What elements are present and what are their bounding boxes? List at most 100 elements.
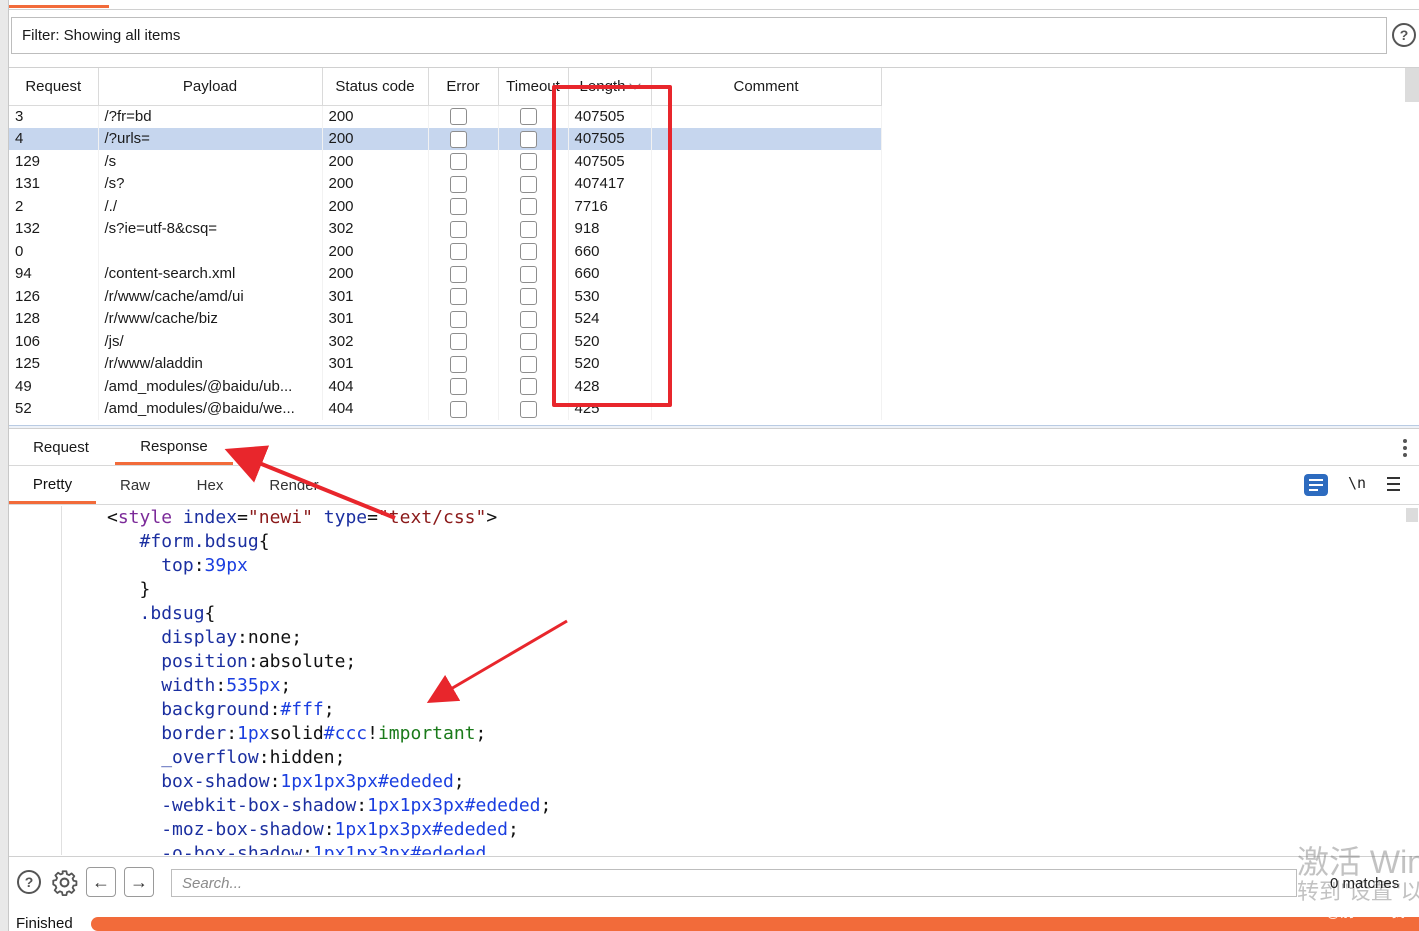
table-row[interactable]: 125/r/www/aladdin 301 520	[9, 352, 882, 375]
editor-scrollbar[interactable]	[1406, 508, 1418, 522]
cell-payload: /amd_modules/@baidu/ub...	[98, 375, 323, 398]
timeout-checkbox[interactable]	[519, 288, 537, 306]
cell-request: 4	[9, 127, 99, 150]
timeout-checkbox[interactable]	[519, 198, 537, 216]
cell-error	[428, 105, 499, 128]
cell-request: 52	[9, 397, 99, 420]
match-count: 0 matches	[1330, 875, 1400, 892]
table-row[interactable]: 106/js/302 520	[9, 330, 882, 353]
table-row[interactable]: 49/amd_modules/@baidu/ub... 404 428	[9, 375, 882, 398]
help-icon[interactable]: ?	[1392, 23, 1416, 47]
table-row[interactable]: 132/s?ie=utf-8&csq= 302 918	[9, 217, 882, 240]
cell-comment	[651, 240, 882, 263]
table-row[interactable]: 3/?fr=bd 200 407505	[9, 105, 882, 128]
error-checkbox[interactable]	[449, 310, 467, 328]
timeout-checkbox[interactable]	[519, 220, 537, 238]
table-row[interactable]: 128/r/www/cache/biz 301 524	[9, 307, 882, 330]
cell-request: 126	[9, 285, 99, 308]
cell-error	[428, 217, 499, 240]
cell-error	[428, 262, 499, 285]
cell-error	[428, 172, 499, 195]
pane-splitter[interactable]	[9, 425, 1419, 429]
column-header-error[interactable]: Error	[428, 68, 499, 106]
error-checkbox[interactable]	[449, 355, 467, 373]
table-row[interactable]: 131/s? 200 407417	[9, 172, 882, 195]
error-checkbox[interactable]	[449, 265, 467, 283]
timeout-checkbox[interactable]	[519, 333, 537, 351]
timeout-checkbox[interactable]	[519, 400, 537, 418]
cell-request: 131	[9, 172, 99, 195]
error-checkbox[interactable]	[449, 378, 467, 396]
cell-payload: /content-search.xml	[98, 262, 323, 285]
table-row[interactable]: 126/r/www/cache/amd/ui 301 530	[9, 285, 882, 308]
cell-status-code: 301	[322, 352, 429, 375]
response-editor[interactable]: <style index="newi" type="text/css"> #fo…	[9, 506, 1419, 855]
timeout-checkbox[interactable]	[519, 108, 537, 126]
help-icon-bottom[interactable]: ?	[17, 870, 41, 894]
show-newlines-button[interactable]: \n	[1348, 474, 1366, 492]
cell-payload: /r/www/cache/biz	[98, 307, 323, 330]
timeout-checkbox[interactable]	[519, 355, 537, 373]
subtab-raw[interactable]: Raw	[105, 467, 165, 504]
more-options-icon[interactable]	[1403, 439, 1407, 457]
cell-request: 129	[9, 150, 99, 173]
table-row[interactable]: 52/amd_modules/@baidu/we... 404 425	[9, 397, 882, 420]
cell-status-code: 404	[322, 397, 429, 420]
status-bar: Finished CSDN @别JUAN我	[9, 904, 1419, 931]
table-row[interactable]: 129/s 200 407505	[9, 150, 882, 173]
gear-icon[interactable]	[51, 869, 78, 896]
message-tabs: Request Response	[9, 430, 1419, 466]
column-header-comment[interactable]: Comment	[651, 68, 882, 106]
timeout-checkbox[interactable]	[519, 265, 537, 283]
cell-error	[428, 330, 499, 353]
previous-arrow-icon[interactable]: ←	[86, 867, 116, 897]
timeout-checkbox[interactable]	[519, 130, 537, 148]
cell-error	[428, 375, 499, 398]
table-row[interactable]: 94/content-search.xml 200 660	[9, 262, 882, 285]
column-header-status-code[interactable]: Status code	[322, 68, 429, 106]
subtab-hex[interactable]: Hex	[179, 467, 241, 504]
cell-request: 128	[9, 307, 99, 330]
line-gutter	[9, 506, 62, 855]
subtab-pretty[interactable]: Pretty	[9, 467, 96, 504]
error-checkbox[interactable]	[449, 333, 467, 351]
error-checkbox[interactable]	[449, 130, 467, 148]
filter-bar[interactable]: Filter: Showing all items	[11, 17, 1387, 54]
word-wrap-icon[interactable]	[1304, 474, 1328, 496]
cell-error	[428, 127, 499, 150]
timeout-checkbox[interactable]	[519, 175, 537, 193]
hamburger-menu-icon[interactable]	[1387, 477, 1400, 491]
table-row[interactable]: 0 200 660	[9, 240, 882, 263]
cell-comment	[651, 307, 882, 330]
column-header-payload[interactable]: Payload	[98, 68, 323, 106]
subtab-render[interactable]: Render	[259, 467, 329, 504]
cell-comment	[651, 217, 882, 240]
csdn-credit: CSDN @别JUAN我	[1282, 904, 1405, 920]
code-content: <style index="newi" type="text/css"> #fo…	[107, 507, 552, 855]
table-row[interactable]: 4/?urls= 200 407505	[9, 127, 882, 150]
error-checkbox[interactable]	[449, 288, 467, 306]
cell-status-code: 301	[322, 307, 429, 330]
table-row[interactable]: 2/./200 7716	[9, 195, 882, 218]
error-checkbox[interactable]	[449, 175, 467, 193]
filter-text: Filter: Showing all items	[22, 27, 181, 44]
column-header-request[interactable]: Request	[9, 68, 99, 106]
error-checkbox[interactable]	[449, 400, 467, 418]
tab-request[interactable]: Request	[21, 430, 101, 465]
cell-error	[428, 307, 499, 330]
timeout-checkbox[interactable]	[519, 310, 537, 328]
cell-status-code: 302	[322, 330, 429, 353]
error-checkbox[interactable]	[449, 198, 467, 216]
timeout-checkbox[interactable]	[519, 153, 537, 171]
timeout-checkbox[interactable]	[519, 243, 537, 261]
timeout-checkbox[interactable]	[519, 378, 537, 396]
search-input[interactable]	[171, 869, 1297, 897]
table-scrollbar[interactable]	[1405, 68, 1419, 102]
cell-request: 94	[9, 262, 99, 285]
next-arrow-icon[interactable]: →	[124, 867, 154, 897]
tab-response[interactable]: Response	[115, 430, 233, 465]
error-checkbox[interactable]	[449, 220, 467, 238]
error-checkbox[interactable]	[449, 243, 467, 261]
error-checkbox[interactable]	[449, 108, 467, 126]
error-checkbox[interactable]	[449, 153, 467, 171]
